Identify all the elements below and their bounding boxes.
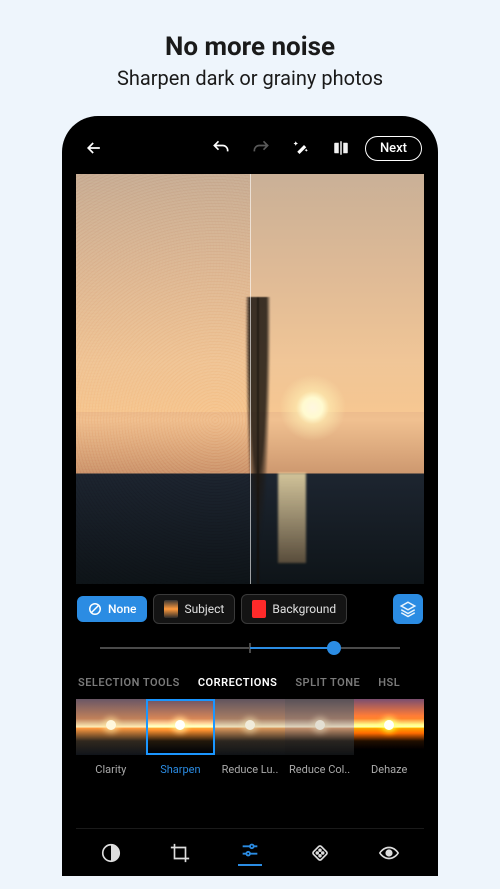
top-toolbar: Next bbox=[76, 130, 424, 166]
slider-thumb[interactable] bbox=[327, 641, 341, 655]
tab-selection-tools[interactable]: SELECTION TOOLS bbox=[78, 676, 180, 689]
filter-label: Sharpen bbox=[158, 763, 202, 776]
tab-hsl[interactable]: HSL bbox=[378, 676, 400, 689]
auto-enhance-icon[interactable] bbox=[285, 132, 317, 164]
tab-corrections[interactable]: CORRECTIONS bbox=[198, 676, 278, 689]
photo-preview[interactable] bbox=[76, 174, 424, 584]
compare-icon[interactable] bbox=[325, 132, 357, 164]
nav-redeye[interactable] bbox=[369, 842, 409, 864]
mask-background-label: Background bbox=[272, 602, 336, 616]
preview-noise-overlay bbox=[76, 174, 250, 584]
before-after-divider[interactable] bbox=[250, 174, 251, 584]
nav-heal[interactable] bbox=[300, 842, 340, 864]
filter-thumb bbox=[146, 699, 216, 755]
mask-subject-label: Subject bbox=[184, 602, 224, 616]
bottom-nav bbox=[76, 828, 424, 876]
promo-subtitle: Sharpen dark or grainy photos bbox=[117, 66, 383, 90]
filter-reduce-color[interactable]: Reduce Col.. bbox=[285, 699, 355, 776]
redeye-icon bbox=[378, 842, 400, 864]
preview-decoration bbox=[278, 473, 306, 563]
intensity-slider[interactable] bbox=[100, 638, 400, 658]
undo-icon[interactable] bbox=[205, 132, 237, 164]
heal-icon bbox=[309, 842, 331, 864]
filter-strip: Clarity Sharpen Reduce Lu.. Reduce Col..… bbox=[76, 699, 424, 776]
filter-label: Dehaze bbox=[369, 763, 409, 776]
redo-icon[interactable] bbox=[245, 132, 277, 164]
filter-thumb bbox=[354, 699, 424, 755]
nav-crop[interactable] bbox=[160, 842, 200, 864]
nav-adjust[interactable] bbox=[230, 839, 270, 866]
filter-label: Reduce Lu.. bbox=[220, 763, 281, 776]
mask-none-button[interactable]: None bbox=[77, 596, 147, 622]
mask-background-button[interactable]: Background bbox=[241, 594, 347, 624]
mask-none-label: None bbox=[108, 602, 136, 616]
filter-thumb bbox=[76, 699, 146, 755]
subject-swatch-icon bbox=[164, 600, 178, 618]
filter-sharpen[interactable]: Sharpen bbox=[146, 699, 216, 776]
filter-reduce-luminance[interactable]: Reduce Lu.. bbox=[215, 699, 285, 776]
tab-split-tone[interactable]: SPLIT TONE bbox=[295, 676, 360, 689]
promo-title: No more noise bbox=[165, 32, 335, 62]
nav-looks[interactable] bbox=[91, 842, 131, 864]
filter-thumb bbox=[285, 699, 355, 755]
filter-dehaze[interactable]: Dehaze bbox=[354, 699, 424, 776]
filter-clarity[interactable]: Clarity bbox=[76, 699, 146, 776]
mask-selector-row: None Subject Background bbox=[76, 594, 424, 624]
adjust-icon bbox=[239, 839, 261, 861]
background-swatch-icon bbox=[252, 600, 266, 618]
mask-subject-button[interactable]: Subject bbox=[153, 594, 235, 624]
next-button[interactable]: Next bbox=[365, 136, 422, 161]
layers-button[interactable] bbox=[393, 594, 423, 624]
crop-icon bbox=[169, 842, 191, 864]
looks-icon bbox=[100, 842, 122, 864]
category-tabs: SELECTION TOOLS CORRECTIONS SPLIT TONE H… bbox=[76, 676, 424, 689]
back-icon[interactable] bbox=[78, 132, 110, 164]
phone-frame: Next None Subject Background SELECTION T… bbox=[62, 116, 438, 876]
filter-thumb bbox=[215, 699, 285, 755]
filter-label: Reduce Col.. bbox=[287, 763, 352, 776]
slider-fill bbox=[250, 647, 334, 649]
filter-label: Clarity bbox=[93, 763, 128, 776]
